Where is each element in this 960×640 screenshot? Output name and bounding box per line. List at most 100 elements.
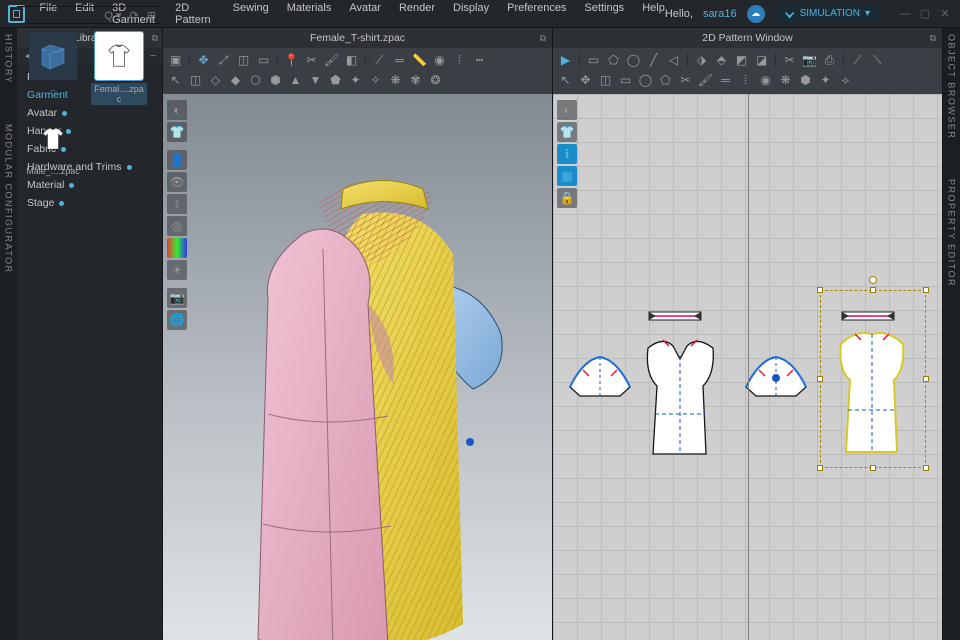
- tool-2d-circle[interactable]: ◯: [625, 52, 642, 69]
- tool-2d-x7[interactable]: ✂: [677, 72, 694, 89]
- tool-2d-b[interactable]: ⬘: [713, 52, 730, 69]
- tool-scissors[interactable]: ✂: [303, 52, 320, 69]
- vp-stress-icon[interactable]: [167, 238, 187, 258]
- tool-2d-line[interactable]: ╱: [645, 52, 662, 69]
- tool-2d-x3[interactable]: ◫: [597, 72, 614, 89]
- viewport-3d[interactable]: ◐ 👕 👤 👁 ⟟ ◎ ☀ 📷 🌐: [163, 94, 553, 640]
- vp2-info-icon[interactable]: ℹ: [557, 144, 577, 164]
- tool-brush[interactable]: 🖌: [323, 52, 340, 69]
- tool-e2[interactable]: ◆: [227, 72, 244, 89]
- tool-2d-d[interactable]: ◪: [753, 52, 770, 69]
- selection-handle-bc[interactable]: [870, 465, 876, 471]
- tool-2d-a[interactable]: ⬗: [693, 52, 710, 69]
- tool-2d-dart[interactable]: ◁: [665, 52, 682, 69]
- menu-settings[interactable]: Settings: [584, 2, 624, 26]
- tool-2d-select[interactable]: ▶: [557, 52, 574, 69]
- grid-view-icon[interactable]: ⊞: [147, 9, 156, 22]
- tool-e9[interactable]: ✧: [367, 72, 384, 89]
- selection-handle-tl[interactable]: [817, 287, 823, 293]
- vp-camera-icon[interactable]: 📷: [167, 288, 187, 308]
- menu-preferences[interactable]: Preferences: [507, 2, 566, 26]
- selection-handle-bl[interactable]: [817, 465, 823, 471]
- menu-2d-pattern[interactable]: 2D Pattern: [175, 2, 215, 26]
- selection-handle-ml[interactable]: [817, 376, 823, 382]
- tool-box[interactable]: ▭: [255, 52, 272, 69]
- vp-globe-icon[interactable]: 🌐: [167, 310, 187, 330]
- tool-e5[interactable]: ▲: [287, 72, 304, 89]
- tool-2d-x2[interactable]: ✥: [577, 72, 594, 89]
- pattern-collar-left[interactable]: [648, 309, 703, 323]
- search-icon[interactable]: Q ▾: [104, 9, 121, 22]
- tool-e1[interactable]: ◇: [207, 72, 224, 89]
- vp2-layer-icon[interactable]: ▦: [557, 166, 577, 186]
- tool-2d-x11[interactable]: ◉: [757, 72, 774, 89]
- rail-property-editor[interactable]: PROPERTY EDITOR: [947, 179, 957, 287]
- viewport-2d[interactable]: ◐ 👕 ℹ ▦ 🔒: [553, 94, 943, 640]
- vp-light-icon[interactable]: ☀: [167, 260, 187, 280]
- selection-handle-mr[interactable]: [923, 376, 929, 382]
- tool-2d-x8[interactable]: 🖌: [697, 72, 714, 89]
- thumb-female-tshirt[interactable]: Femal....zpac: [91, 32, 147, 105]
- cloud-icon[interactable]: ☁: [747, 5, 765, 23]
- tool-2d-x5[interactable]: ◯: [637, 72, 654, 89]
- tool-2d-print[interactable]: ⎙: [821, 52, 838, 69]
- tool-e10[interactable]: ❋: [387, 72, 404, 89]
- selection-rect[interactable]: [820, 290, 926, 468]
- vp-surface-icon[interactable]: ◐: [167, 100, 187, 120]
- selection-rotate-handle[interactable]: [869, 276, 877, 284]
- tool-paint[interactable]: ◧: [343, 52, 360, 69]
- vp-avatar-icon[interactable]: 👤: [167, 150, 187, 170]
- tool-e11[interactable]: ✾: [407, 72, 424, 89]
- tool-topstitch[interactable]: ┅: [471, 52, 488, 69]
- thumb-parent-folder[interactable]: ..: [25, 32, 81, 105]
- menu-render[interactable]: Render: [399, 2, 435, 26]
- menu-materials[interactable]: Materials: [287, 2, 332, 26]
- tab-3d-file[interactable]: Female_T-shirt.zpac⧉: [163, 28, 553, 48]
- pattern-sleeve-right[interactable]: [741, 352, 811, 402]
- tool-lasso[interactable]: ◫: [235, 52, 252, 69]
- vp-bone-icon[interactable]: ⟟: [167, 194, 187, 214]
- selection-handle-br[interactable]: [923, 465, 929, 471]
- tool-2d-x15[interactable]: ⟡: [837, 72, 854, 89]
- tool-2d-x14[interactable]: ✦: [817, 72, 834, 89]
- tool-e3[interactable]: ⬡: [247, 72, 264, 89]
- rail-history[interactable]: HISTORY: [4, 34, 14, 84]
- tool-zipper[interactable]: ⦙: [451, 52, 468, 69]
- tool-2d-x6[interactable]: ⬠: [657, 72, 674, 89]
- tool-2d-x12[interactable]: ❋: [777, 72, 794, 89]
- tool-2d-x1[interactable]: ↖: [557, 72, 574, 89]
- tool-2d-tape[interactable]: 📷: [801, 52, 818, 69]
- close-button[interactable]: ✕: [938, 7, 952, 21]
- vp-show-icon[interactable]: 👁: [167, 172, 187, 192]
- tool-cursor[interactable]: ↖: [167, 72, 184, 89]
- menu-display[interactable]: Display: [453, 2, 489, 26]
- tool-select[interactable]: ▣: [167, 52, 184, 69]
- tool-2d-seam[interactable]: ⟍: [869, 52, 886, 69]
- minimize-button[interactable]: —: [898, 7, 912, 21]
- vp2-surface-icon[interactable]: ◐: [557, 100, 577, 120]
- menu-help[interactable]: Help: [642, 2, 665, 26]
- rail-object-browser[interactable]: OBJECT BROWSER: [947, 34, 957, 139]
- tool-gizmo[interactable]: ⤢: [215, 52, 232, 69]
- tool-ruler[interactable]: 📏: [411, 52, 428, 69]
- rail-modular-configurator[interactable]: MODULAR CONFIGURATOR: [4, 124, 14, 274]
- maximize-button[interactable]: ▢: [918, 7, 932, 21]
- vp2-lock-icon[interactable]: 🔒: [557, 188, 577, 208]
- tool-2d-x10[interactable]: ⦙: [737, 72, 754, 89]
- tool-mesh[interactable]: ◫: [187, 72, 204, 89]
- tool-pin[interactable]: 📍: [283, 52, 300, 69]
- tool-e4[interactable]: ⬢: [267, 72, 284, 89]
- pattern-sleeve-left[interactable]: [565, 352, 635, 402]
- vp-xray-icon[interactable]: ◎: [167, 216, 187, 236]
- tool-2d-cut[interactable]: ✂: [781, 52, 798, 69]
- refresh-icon[interactable]: ⟳: [130, 9, 139, 22]
- tool-e7[interactable]: ⬟: [327, 72, 344, 89]
- tool-e12[interactable]: ❂: [427, 72, 444, 89]
- popout-icon[interactable]: ⧉: [540, 33, 546, 44]
- tool-button[interactable]: ◉: [431, 52, 448, 69]
- tool-2d-sew[interactable]: ⟋: [849, 52, 866, 69]
- thumb-male-tshirt[interactable]: Male_....zpac: [25, 115, 81, 176]
- menu-sewing[interactable]: Sewing: [233, 2, 269, 26]
- vp2-garment-icon[interactable]: 👕: [557, 122, 577, 142]
- tool-2d-c[interactable]: ◩: [733, 52, 750, 69]
